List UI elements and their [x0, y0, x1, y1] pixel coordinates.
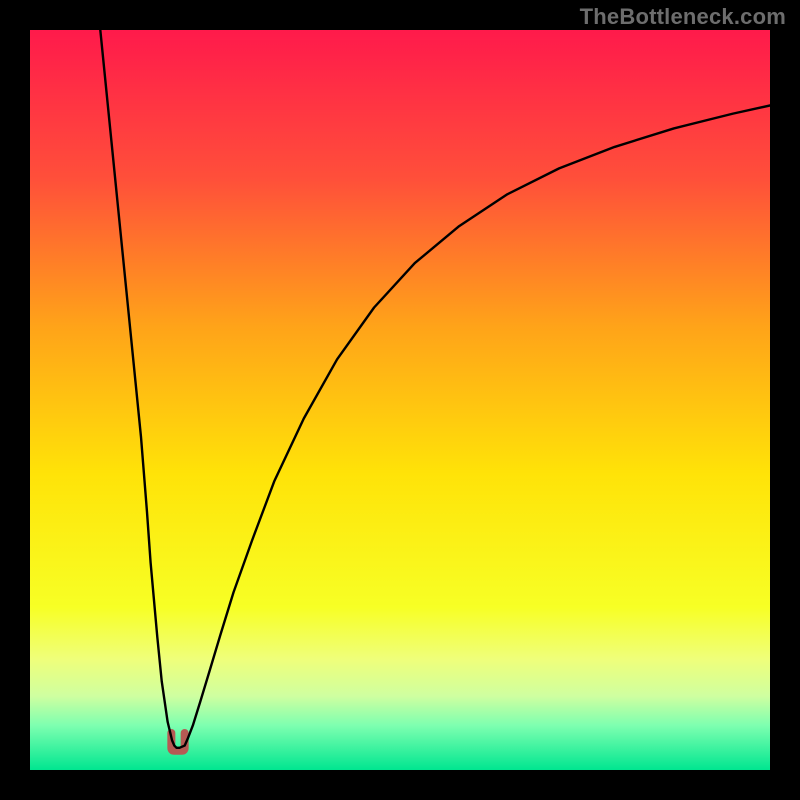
chart-frame: TheBottleneck.com: [0, 0, 800, 800]
watermark-text: TheBottleneck.com: [580, 4, 786, 30]
chart-canvas: [30, 30, 770, 770]
chart-background: [30, 30, 770, 770]
